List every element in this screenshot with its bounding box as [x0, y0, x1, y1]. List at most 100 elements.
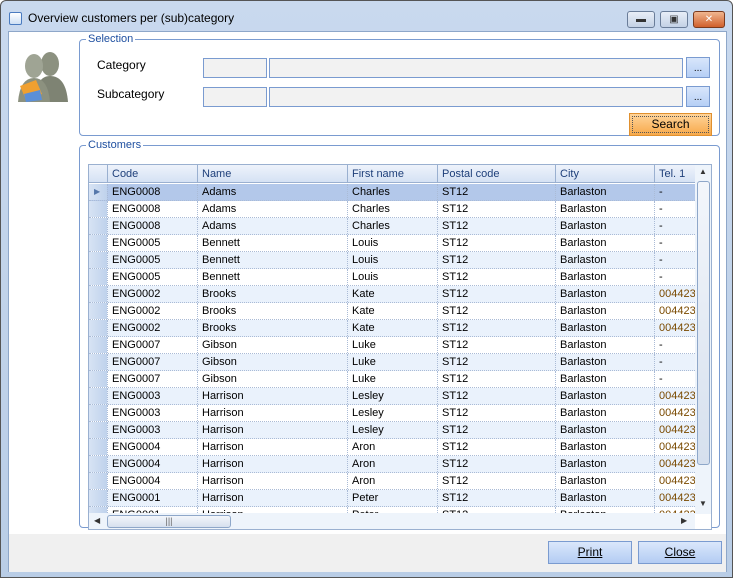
cell-first-name[interactable]: Kate: [347, 303, 437, 319]
cell-name[interactable]: Bennett: [197, 269, 347, 285]
cell-name[interactable]: Adams: [197, 218, 347, 234]
row-indicator[interactable]: [89, 320, 107, 336]
table-row[interactable]: ENG0008 Adams Charles ST12 Barlaston -: [89, 218, 695, 235]
row-indicator[interactable]: [89, 371, 107, 387]
cell-tel1[interactable]: -: [654, 184, 695, 200]
scroll-up-icon[interactable]: ▲: [699, 167, 707, 176]
cell-code[interactable]: ENG0003: [107, 388, 197, 404]
table-row[interactable]: ENG0003 Harrison Lesley ST12 Barlaston 004423: [89, 405, 695, 422]
table-row[interactable]: ENG0005 Bennett Louis ST12 Barlaston -: [89, 235, 695, 252]
row-indicator[interactable]: ▶: [89, 184, 107, 200]
row-indicator[interactable]: [89, 269, 107, 285]
row-indicator[interactable]: [89, 354, 107, 370]
cell-first-name[interactable]: Aron: [347, 473, 437, 489]
row-indicator[interactable]: [89, 422, 107, 438]
search-button[interactable]: Search: [629, 113, 712, 136]
category-browse-button[interactable]: ...: [686, 57, 710, 78]
table-row[interactable]: ENG0007 Gibson Luke ST12 Barlaston -: [89, 371, 695, 388]
row-indicator[interactable]: [89, 286, 107, 302]
cell-city[interactable]: Barlaston: [555, 320, 654, 336]
subcategory-browse-button[interactable]: ...: [686, 86, 710, 107]
cell-code[interactable]: ENG0002: [107, 320, 197, 336]
print-button[interactable]: Print: [548, 541, 632, 564]
row-indicator[interactable]: [89, 456, 107, 472]
cell-city[interactable]: Barlaston: [555, 405, 654, 421]
table-row[interactable]: ENG0002 Brooks Kate ST12 Barlaston 004423: [89, 320, 695, 337]
cell-name[interactable]: Harrison: [197, 422, 347, 438]
subcategory-description-input[interactable]: [269, 87, 683, 107]
minimize-button[interactable]: ▬: [627, 11, 655, 28]
table-row[interactable]: ENG0007 Gibson Luke ST12 Barlaston -: [89, 354, 695, 371]
cell-postal-code[interactable]: ST12: [437, 235, 555, 251]
cell-first-name[interactable]: Charles: [347, 218, 437, 234]
cell-tel1[interactable]: 004423: [654, 490, 695, 506]
table-row[interactable]: ENG0004 Harrison Aron ST12 Barlaston 004423: [89, 439, 695, 456]
table-row[interactable]: ENG0001HarrisonPeterST12Barlaston004423: [89, 490, 695, 507]
row-indicator[interactable]: [89, 473, 107, 489]
cell-name[interactable]: Adams: [197, 184, 347, 200]
cell-postal-code[interactable]: ST12: [437, 354, 555, 370]
cell-tel1[interactable]: -: [654, 337, 695, 353]
scroll-down-icon[interactable]: ▼: [699, 499, 707, 508]
cell-first-name[interactable]: Aron: [347, 456, 437, 472]
cell-code[interactable]: ENG0008: [107, 184, 197, 200]
cell-first-name[interactable]: Lesley: [347, 405, 437, 421]
cell-city[interactable]: Barlaston: [555, 473, 654, 489]
row-indicator[interactable]: [89, 303, 107, 319]
cell-postal-code[interactable]: ST12: [437, 473, 555, 489]
table-row[interactable]: ENG0002 Brooks Kate ST12 Barlaston 004423: [89, 286, 695, 303]
cell-postal-code[interactable]: ST12: [437, 439, 555, 455]
cell-first-name[interactable]: Luke: [347, 354, 437, 370]
cell-code[interactable]: ENG0008: [107, 201, 197, 217]
close-window-button[interactable]: ✕: [693, 11, 725, 28]
vertical-scrollbar[interactable]: ▲ ▼: [695, 165, 711, 514]
cell-tel1[interactable]: 004423: [654, 320, 695, 336]
column-header-city[interactable]: City: [555, 165, 654, 182]
cell-tel1[interactable]: 004423: [654, 388, 695, 404]
cell-name[interactable]: Harrison: [197, 456, 347, 472]
cell-tel1[interactable]: -: [654, 252, 695, 268]
cell-code[interactable]: ENG0007: [107, 371, 197, 387]
cell-first-name[interactable]: Louis: [347, 252, 437, 268]
horizontal-scroll-thumb[interactable]: |||: [107, 515, 231, 528]
cell-first-name[interactable]: Lesley: [347, 388, 437, 404]
cell-first-name[interactable]: Charles: [347, 201, 437, 217]
column-header-tel1[interactable]: Tel. 1: [654, 165, 695, 182]
cell-tel1[interactable]: 004423: [654, 439, 695, 455]
cell-city[interactable]: Barlaston: [555, 303, 654, 319]
cell-code[interactable]: ENG0008: [107, 218, 197, 234]
cell-name[interactable]: Gibson: [197, 337, 347, 353]
cell-name[interactable]: Harrison: [197, 388, 347, 404]
cell-first-name[interactable]: Luke: [347, 337, 437, 353]
cell-tel1[interactable]: -: [654, 371, 695, 387]
cell-tel1[interactable]: -: [654, 201, 695, 217]
cell-tel1[interactable]: -: [654, 354, 695, 370]
cell-name[interactable]: Brooks: [197, 320, 347, 336]
cell-name[interactable]: Bennett: [197, 235, 347, 251]
cell-postal-code[interactable]: ST12: [437, 405, 555, 421]
cell-first-name[interactable]: Peter: [347, 490, 437, 506]
cell-name[interactable]: Harrison: [197, 439, 347, 455]
cell-city[interactable]: Barlaston: [555, 269, 654, 285]
cell-tel1[interactable]: 004423: [654, 286, 695, 302]
table-row[interactable]: ENG0003 Harrison Lesley ST12 Barlaston 004423: [89, 388, 695, 405]
cell-code[interactable]: ENG0007: [107, 354, 197, 370]
cell-tel1[interactable]: -: [654, 235, 695, 251]
row-indicator[interactable]: [89, 490, 107, 506]
cell-postal-code[interactable]: ST12: [437, 286, 555, 302]
cell-name[interactable]: Gibson: [197, 354, 347, 370]
cell-first-name[interactable]: Aron: [347, 439, 437, 455]
cell-tel1[interactable]: 004423: [654, 456, 695, 472]
row-indicator[interactable]: [89, 201, 107, 217]
customers-grid[interactable]: Code Name First name Postal code City Te…: [88, 164, 712, 530]
cell-name[interactable]: Harrison: [197, 405, 347, 421]
table-row[interactable]: ▶ ENG0008 Adams Charles ST12 Barlaston -: [89, 184, 695, 201]
row-indicator[interactable]: [89, 337, 107, 353]
cell-city[interactable]: Barlaston: [555, 286, 654, 302]
cell-name[interactable]: Brooks: [197, 286, 347, 302]
cell-postal-code[interactable]: ST12: [437, 269, 555, 285]
close-button[interactable]: Close: [638, 541, 722, 564]
cell-tel1[interactable]: -: [654, 269, 695, 285]
table-row[interactable]: ENG0004 Harrison Aron ST12 Barlaston 004423: [89, 473, 695, 490]
cell-city[interactable]: Barlaston: [555, 354, 654, 370]
